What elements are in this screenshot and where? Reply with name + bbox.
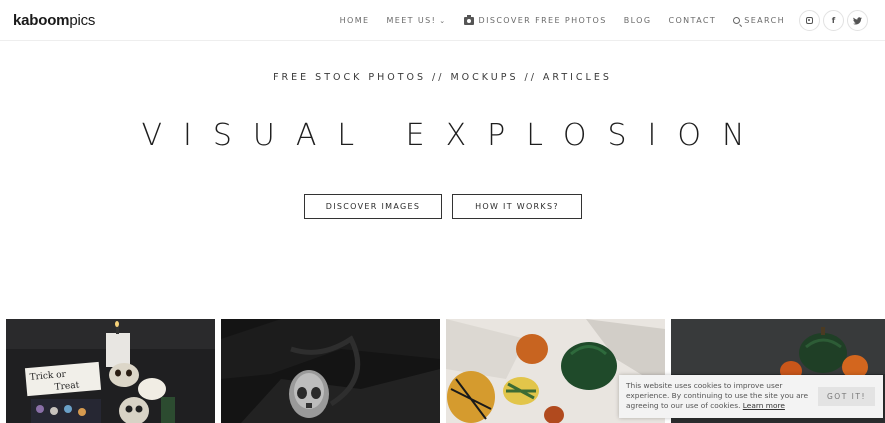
facebook-button[interactable]: f <box>823 10 844 31</box>
nav-search-label: SEARCH <box>744 16 785 25</box>
nav-contact[interactable]: CONTACT <box>668 16 716 25</box>
nav-discover-label: DISCOVER FREE PHOTOS <box>478 16 607 25</box>
instagram-icon <box>806 17 813 24</box>
facebook-icon: f <box>831 16 836 25</box>
gallery-photo-skull-fabric[interactable] <box>221 319 440 423</box>
site-header: kaboompics HOME MEET US! ⌄ DISCOVER FREE… <box>0 0 885 41</box>
hero-tagline: FREE STOCK PHOTOS // MOCKUPS // ARTICLES <box>273 72 612 83</box>
twitter-icon <box>853 16 862 25</box>
cookie-message: This website uses cookies to improve use… <box>626 381 816 411</box>
camera-icon <box>463 14 474 25</box>
site-logo[interactable]: kaboompics <box>13 12 95 29</box>
nav-blog[interactable]: BLOG <box>624 16 652 25</box>
nav-meet-us[interactable]: MEET US! ⌄ <box>386 16 446 25</box>
halloween-photo-art: Trick or Treat <box>6 319 215 423</box>
logo-light: pics <box>69 12 96 29</box>
cookie-accept-button[interactable]: GOT IT! <box>818 387 875 406</box>
cookie-learn-more-link[interactable]: Learn more <box>743 401 785 410</box>
cookie-banner: This website uses cookies to improve use… <box>619 375 883 418</box>
main-nav: HOME MEET US! ⌄ DISCOVER FREE PHOTOS BLO… <box>323 0 785 41</box>
nav-meet-us-label: MEET US! <box>386 16 437 25</box>
twitter-button[interactable] <box>847 10 868 31</box>
instagram-button[interactable] <box>799 10 820 31</box>
how-it-works-button[interactable]: HOW IT WORKS? <box>452 194 582 219</box>
logo-bold: kaboom <box>13 12 70 29</box>
chevron-down-icon: ⌄ <box>439 16 447 25</box>
nav-discover-photos[interactable]: DISCOVER FREE PHOTOS <box>463 14 607 25</box>
nav-home[interactable]: HOME <box>340 16 370 25</box>
gallery-photo-halloween-sign[interactable]: Trick or Treat <box>6 319 215 423</box>
search-icon <box>733 17 741 24</box>
hero-title: VISUAL EXPLOSION <box>141 118 766 153</box>
skull-photo-art <box>221 319 440 423</box>
discover-images-button[interactable]: DISCOVER IMAGES <box>304 194 442 219</box>
nav-search[interactable]: SEARCH <box>733 16 785 25</box>
